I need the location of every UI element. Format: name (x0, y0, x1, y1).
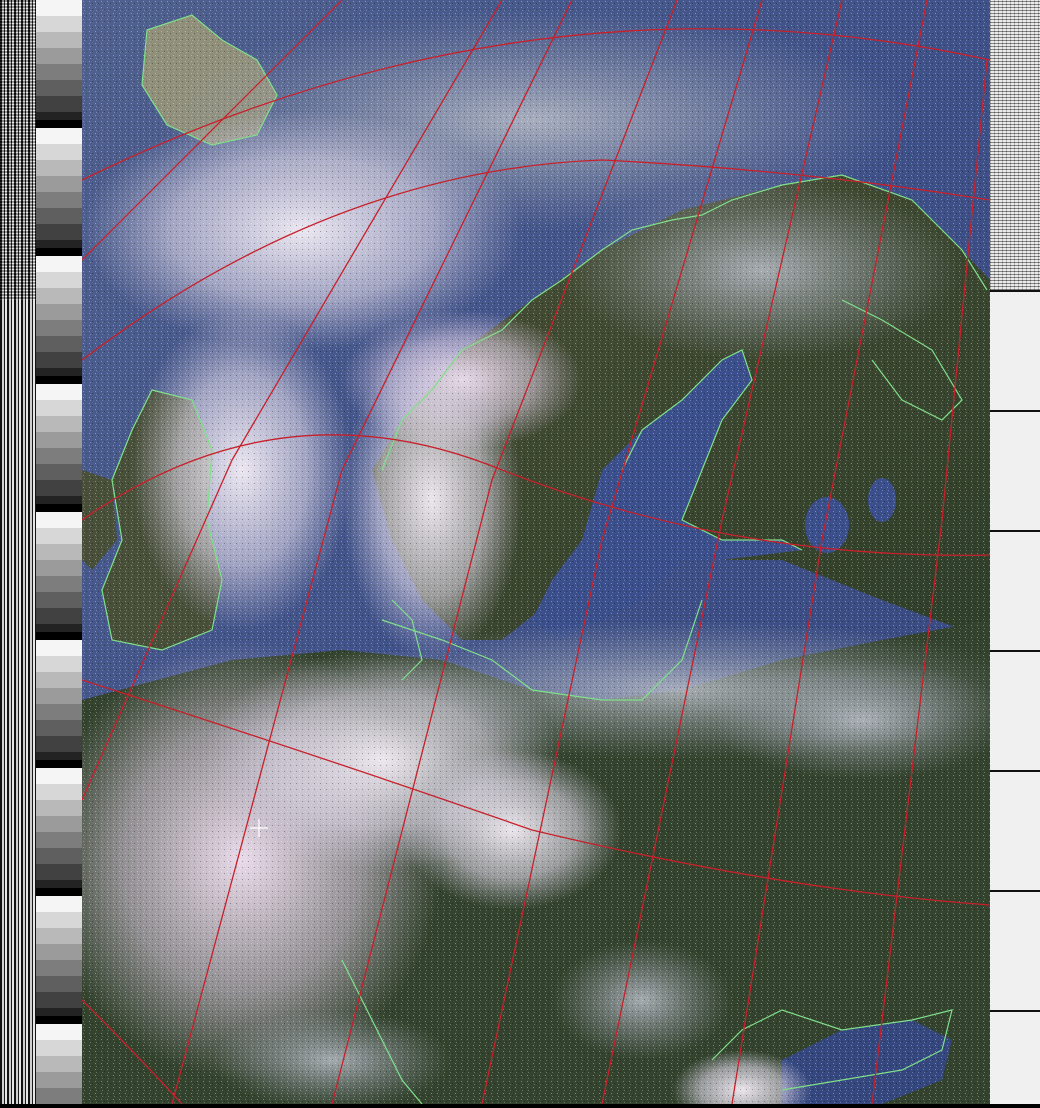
sync-noise-band (0, 0, 36, 300)
telemetry-wedge-step (36, 944, 82, 960)
telemetry-wedge-step (36, 768, 82, 784)
telemetry-wedge-step (36, 208, 82, 224)
telemetry-wedge-step (36, 32, 82, 48)
telemetry-wedge-step (36, 896, 82, 912)
telemetry-wedge-step (36, 384, 82, 400)
telemetry-wedge-step (36, 576, 82, 592)
telemetry-wedge-step (36, 400, 82, 416)
telemetry-wedge-step (36, 352, 82, 368)
telemetry-tick (990, 890, 1040, 892)
earth-map-graphic (82, 0, 990, 1104)
telemetry-wedge-step (36, 912, 82, 928)
telemetry-wedge-step (36, 48, 82, 64)
telemetry-wedge-step (36, 1040, 82, 1056)
telemetry-wedge-separator (36, 248, 82, 256)
telemetry-wedge-step (36, 448, 82, 464)
telemetry-strip-right (990, 0, 1040, 1104)
earth-satellite-image (82, 0, 990, 1104)
telemetry-wedge-step (36, 336, 82, 352)
telemetry-wedge-step (36, 432, 82, 448)
telemetry-wedge-separator (36, 120, 82, 128)
telemetry-wedge-step (36, 1072, 82, 1088)
telemetry-noise (990, 0, 1040, 290)
telemetry-wedge-step (36, 688, 82, 704)
telemetry-wedge-step (36, 272, 82, 288)
satellite-frame (0, 0, 1040, 1108)
telemetry-wedge-step (36, 160, 82, 176)
telemetry-wedge-step (36, 592, 82, 608)
telemetry-wedge-step (36, 832, 82, 848)
telemetry-wedge-step (36, 64, 82, 80)
telemetry-wedge-separator (36, 1016, 82, 1024)
telemetry-wedge-step (36, 480, 82, 496)
telemetry-wedge-step (36, 960, 82, 976)
telemetry-wedge-step (36, 304, 82, 320)
telemetry-wedge-step (36, 256, 82, 272)
telemetry-wedge-step (36, 800, 82, 816)
telemetry-tick (990, 410, 1040, 412)
telemetry-wedge-step (36, 736, 82, 752)
telemetry-wedge-step (36, 720, 82, 736)
telemetry-wedge-step (36, 848, 82, 864)
telemetry-wedge-step (36, 992, 82, 1008)
telemetry-wedge-step (36, 608, 82, 624)
telemetry-tick (990, 1010, 1040, 1012)
telemetry-wedge-step (36, 80, 82, 96)
telemetry-wedge-step (36, 640, 82, 656)
telemetry-wedge-step (36, 1088, 82, 1104)
telemetry-tick (990, 530, 1040, 532)
telemetry-wedge-step (36, 176, 82, 192)
telemetry-wedge-step (36, 976, 82, 992)
telemetry-wedge-separator (36, 888, 82, 896)
telemetry-wedge-step (36, 512, 82, 528)
telemetry-wedge-step (36, 144, 82, 160)
telemetry-wedge-step (36, 464, 82, 480)
telemetry-wedge-step (36, 1024, 82, 1040)
telemetry-wedge-step (36, 544, 82, 560)
telemetry-wedge-step (36, 560, 82, 576)
telemetry-wedge-step (36, 192, 82, 208)
telemetry-tick (990, 290, 1040, 292)
telemetry-wedge-step (36, 704, 82, 720)
telemetry-wedge-step (36, 288, 82, 304)
telemetry-wedge-step (36, 16, 82, 32)
telemetry-wedge-separator (36, 376, 82, 384)
telemetry-wedge-step (36, 656, 82, 672)
telemetry-wedge-step (36, 96, 82, 112)
telemetry-wedge-step (36, 672, 82, 688)
telemetry-tick (990, 650, 1040, 652)
telemetry-wedge-step (36, 816, 82, 832)
telemetry-wedge-step (36, 928, 82, 944)
telemetry-wedge-separator (36, 760, 82, 768)
telemetry-wedge-separator (36, 504, 82, 512)
telemetry-wedge-step (36, 128, 82, 144)
telemetry-wedge-step (36, 864, 82, 880)
sync-strip (0, 0, 36, 1104)
telemetry-wedges-graphic (36, 0, 82, 1108)
telemetry-tick (990, 770, 1040, 772)
telemetry-wedge-step (36, 416, 82, 432)
telemetry-wedge-step (36, 1056, 82, 1072)
telemetry-wedges-left (36, 0, 82, 1108)
telemetry-wedge-step (36, 320, 82, 336)
telemetry-wedge-step (36, 528, 82, 544)
telemetry-wedge-step (36, 224, 82, 240)
telemetry-wedge-separator (36, 632, 82, 640)
telemetry-wedge-step (36, 0, 82, 16)
telemetry-wedge-step (36, 784, 82, 800)
